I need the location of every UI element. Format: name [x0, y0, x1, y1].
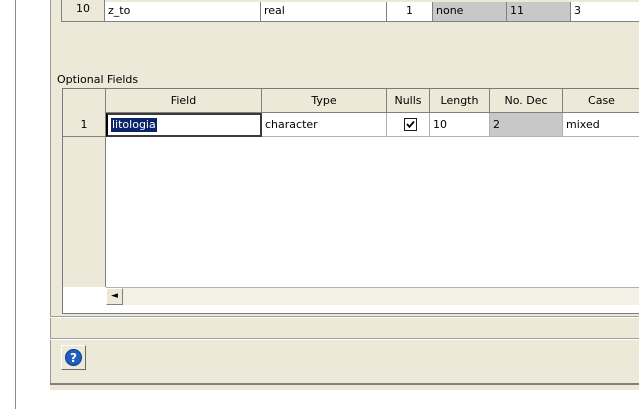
separator-bottom-highlight	[50, 339, 639, 340]
field-name-editor[interactable]: litologia	[106, 113, 262, 137]
required-case-cell[interactable]: 3	[571, 2, 639, 22]
optional-fields-grid: Field Type Nulls Length No. Dec Case 1 l…	[62, 88, 639, 314]
column-header-nulls[interactable]: Nulls	[387, 89, 430, 113]
scroll-track[interactable]	[123, 288, 639, 305]
type-cell[interactable]: character	[262, 113, 387, 137]
help-button[interactable]: ?	[61, 345, 86, 370]
scroll-left-button[interactable]: ◄	[106, 288, 123, 305]
row-number[interactable]: 1	[63, 113, 106, 137]
check-mark-icon	[406, 120, 415, 129]
no-dec-cell[interactable]: 2	[490, 113, 563, 137]
help-icon: ?	[65, 349, 82, 366]
required-length-cell[interactable]: none	[433, 2, 507, 22]
field-name-selected-text[interactable]: litologia	[111, 118, 157, 132]
horizontal-scrollbar[interactable]: ◄	[106, 287, 639, 305]
column-header-type[interactable]: Type	[262, 89, 387, 113]
scroll-left-arrow-icon: ◄	[111, 291, 118, 301]
required-field-cell[interactable]: z_to	[105, 2, 261, 22]
nulls-cell[interactable]	[387, 113, 430, 137]
outer-border	[15, 0, 16, 409]
case-cell[interactable]: mixed	[563, 113, 639, 137]
dialog-left-edge	[50, 0, 51, 385]
column-header-field[interactable]: Field	[106, 89, 262, 113]
dialog-bottom-edge	[50, 383, 639, 385]
optional-fields-label: Optional Fields	[57, 73, 139, 86]
required-type-cell[interactable]: real	[261, 2, 387, 22]
nulls-checkbox[interactable]	[404, 118, 417, 131]
required-nulls-cell[interactable]: 1	[387, 2, 433, 22]
required-fields-grid: z_to real 1 none 11 3	[61, 0, 639, 38]
column-header-length[interactable]: Length	[430, 89, 490, 113]
column-header-no-dec[interactable]: No. Dec	[490, 89, 563, 113]
screenshot-frame: z_to real 1 none 11 3 10 Optional Fields…	[0, 0, 639, 409]
length-cell[interactable]: 10	[430, 113, 490, 137]
required-nodec-cell[interactable]: 11	[507, 2, 571, 22]
required-row-number: 10	[61, 0, 105, 22]
column-header-case[interactable]: Case	[563, 89, 639, 113]
separator-top-highlight	[50, 317, 639, 318]
